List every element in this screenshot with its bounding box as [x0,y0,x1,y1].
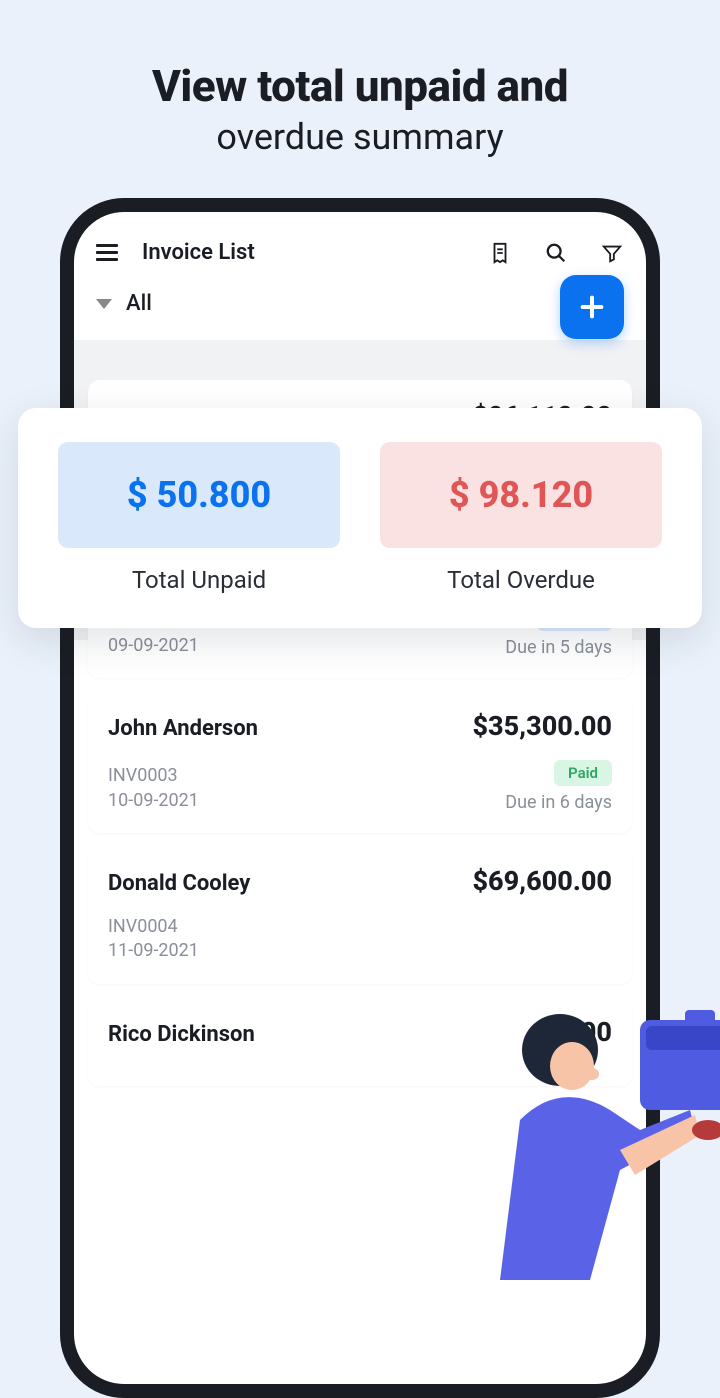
invoice-date: 11-09-2021 [108,939,199,963]
menu-icon[interactable] [96,244,118,261]
invoice-date: 10-09-2021 [108,789,199,813]
status-badge: Paid [554,760,612,786]
add-invoice-button[interactable] [560,275,624,339]
summary-card: $ 50.800 Total Unpaid $ 98.120 Total Ove… [18,408,702,628]
invoice-customer: John Anderson [108,716,258,741]
page-title: Invoice List [142,240,456,265]
invoice-date: 09-09-2021 [108,634,199,658]
hero-title-line1: View total unpaid and [0,60,720,112]
hero-title-line2: overdue summary [0,116,720,158]
filter-dropdown[interactable]: All [126,291,152,316]
person-illustration [460,980,720,1300]
invoice-id: INV0004 [108,915,199,939]
total-overdue-label: Total Overdue [380,566,662,594]
invoice-card[interactable]: John Anderson $35,300.00 INV0003 10-09-2… [88,690,632,833]
invoice-id: INV0003 [108,764,199,788]
invoice-amount: $35,300.00 [472,710,612,742]
invoice-customer: Donald Cooley [108,871,250,896]
invoice-card[interactable]: Donald Cooley $69,600.00 INV0004 11-09-2… [88,845,632,984]
total-unpaid-value: $ 50.800 [58,442,340,548]
chevron-down-icon[interactable] [96,299,112,309]
invoice-due: Due in 5 days [505,637,612,658]
invoice-due: Due in 6 days [505,792,612,813]
app-topbar: Invoice List [74,212,646,279]
filter-icon[interactable] [600,241,624,265]
search-icon[interactable] [544,241,568,265]
total-unpaid-label: Total Unpaid [58,566,340,594]
receipt-icon[interactable] [488,241,512,265]
filter-row: All [74,279,646,340]
total-overdue-value: $ 98.120 [380,442,662,548]
invoice-customer: Rico Dickinson [108,1022,255,1047]
invoice-amount: $69,600.00 [472,865,612,897]
